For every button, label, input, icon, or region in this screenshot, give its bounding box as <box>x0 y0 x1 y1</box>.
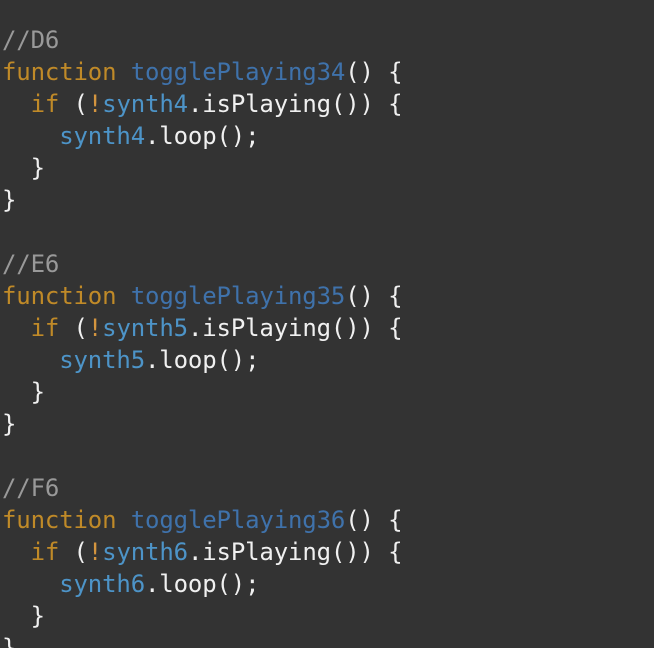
loop-method: .loop(); <box>145 122 260 150</box>
outer-closing-brace: } <box>2 410 17 438</box>
function-name: togglePlaying36 <box>130 506 346 534</box>
code-block: //E6 function togglePlaying35() { if (!s… <box>2 248 654 440</box>
outer-closing-brace-line: } <box>2 184 654 216</box>
not-operator: ! <box>87 90 103 118</box>
not-operator: ! <box>87 314 103 342</box>
not-operator: ! <box>87 538 103 566</box>
object-name: synth4 <box>102 90 188 118</box>
method-call: .isPlaying()) { <box>187 538 403 566</box>
open-paren: ( <box>59 314 88 342</box>
function-name: togglePlaying34 <box>130 58 346 86</box>
outer-closing-brace: } <box>2 186 17 214</box>
object-name: synth4 <box>59 122 145 150</box>
inner-closing-brace: } <box>2 154 45 182</box>
loop-call-line: synth5.loop(); <box>2 344 654 376</box>
if-statement-line: if (!synth4.isPlaying()) { <box>2 88 654 120</box>
outer-closing-brace-line: } <box>2 408 654 440</box>
inner-closing-brace-line: } <box>2 152 654 184</box>
if-keyword: if <box>30 90 60 118</box>
method-call: .isPlaying()) { <box>187 90 403 118</box>
function-keyword: function <box>2 58 117 86</box>
function-signature-open: () { <box>345 506 403 534</box>
inner-closing-brace-line: } <box>2 376 654 408</box>
open-paren: ( <box>59 538 88 566</box>
function-signature-open: () { <box>345 58 403 86</box>
function-name: togglePlaying35 <box>130 282 346 310</box>
loop-method: .loop(); <box>145 346 260 374</box>
if-keyword: if <box>30 538 60 566</box>
function-signature-open: () { <box>345 282 403 310</box>
outer-closing-brace-line: } <box>2 632 654 648</box>
code-block: //F6 function togglePlaying36() { if (!s… <box>2 472 654 648</box>
loop-method: .loop(); <box>145 570 260 598</box>
object-name: synth5 <box>59 346 145 374</box>
inner-closing-brace-line: } <box>2 600 654 632</box>
object-name: synth5 <box>102 314 188 342</box>
object-name: synth6 <box>59 570 145 598</box>
inner-closing-brace: } <box>2 378 45 406</box>
comment-text: //F6 <box>2 474 60 502</box>
function-keyword: function <box>2 506 117 534</box>
comment-text: //D6 <box>2 26 60 54</box>
outer-closing-brace: } <box>2 634 17 648</box>
function-declaration-line: function togglePlaying36() { <box>2 504 654 536</box>
loop-call-line: synth4.loop(); <box>2 120 654 152</box>
code-block: //D6 function togglePlaying34() { if (!s… <box>2 24 654 216</box>
comment-line: //E6 <box>2 248 654 280</box>
comment-text: //E6 <box>2 250 60 278</box>
function-declaration-line: function togglePlaying35() { <box>2 280 654 312</box>
if-statement-line: if (!synth6.isPlaying()) { <box>2 536 654 568</box>
if-statement-line: if (!synth5.isPlaying()) { <box>2 312 654 344</box>
comment-line: //F6 <box>2 472 654 504</box>
comment-line: //D6 <box>2 24 654 56</box>
code-editor-pane[interactable]: //D6 function togglePlaying34() { if (!s… <box>0 0 654 648</box>
inner-closing-brace: } <box>2 602 45 630</box>
function-declaration-line: function togglePlaying34() { <box>2 56 654 88</box>
method-call: .isPlaying()) { <box>187 314 403 342</box>
object-name: synth6 <box>102 538 188 566</box>
open-paren: ( <box>59 90 88 118</box>
if-keyword: if <box>30 314 60 342</box>
loop-call-line: synth6.loop(); <box>2 568 654 600</box>
function-keyword: function <box>2 282 117 310</box>
